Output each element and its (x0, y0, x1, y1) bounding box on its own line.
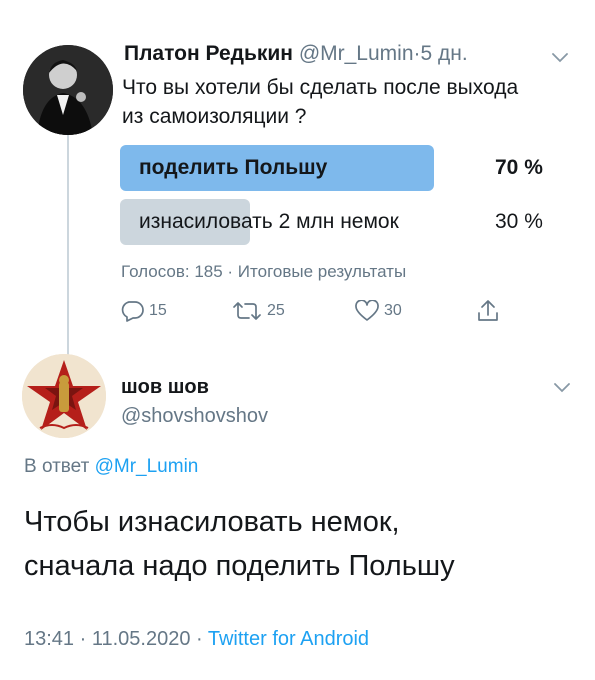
reply-context: В ответ @Mr_Lumin (24, 456, 198, 478)
share-icon (478, 300, 498, 321)
poll-option-percent: 30 % (495, 210, 543, 233)
reply-mention-link[interactable]: @Mr_Lumin (95, 456, 199, 477)
tweet-author: Платон Редькин @Mr_Lumin·5 дн. (124, 42, 468, 66)
display-name[interactable]: шов шов (121, 376, 209, 399)
tweet-timestamp-row: 13:41 · 11.05.2020 · Twitter for Android (24, 628, 369, 651)
tweet-menu-button[interactable] (554, 380, 570, 393)
like-count: 30 (384, 302, 402, 319)
chevron-down-icon (554, 383, 570, 393)
handle[interactable]: @shovshovshov (121, 405, 268, 428)
tweet-text: Чтобы изнасиловать немок, сначала надо п… (24, 500, 584, 588)
separator: · (413, 42, 421, 65)
poll-option-percent: 70 % (495, 156, 543, 179)
tweet-text-line: сначала надо поделить Польшу (24, 550, 455, 582)
red-star-avatar-image (22, 354, 106, 438)
tweet-text: Что вы хотели бы сделать после выхода из… (122, 76, 519, 128)
like-icon (355, 300, 379, 321)
retweet-count: 25 (267, 302, 285, 319)
avatar-photo (23, 45, 113, 135)
share-button[interactable] (477, 297, 499, 325)
like-button[interactable]: 30 (355, 297, 402, 325)
thread-connector (67, 128, 69, 356)
handle[interactable]: @Mr_Lumin (299, 42, 414, 65)
avatar[interactable] (22, 354, 106, 438)
tweet-text-line: Чтобы изнасиловать немок, (24, 506, 400, 538)
reply-icon (121, 301, 144, 322)
reply-count: 15 (149, 302, 167, 319)
retweet-button[interactable]: 25 (232, 297, 285, 325)
chevron-down-icon (552, 53, 568, 63)
reply-button[interactable]: 15 (120, 297, 167, 325)
avatar[interactable] (23, 45, 113, 135)
display-name[interactable]: Платон Редькин (124, 42, 293, 65)
poll-option-label: изнасиловать 2 млн немок (139, 210, 399, 233)
reply-prefix: В ответ (24, 456, 90, 477)
poll-option-label: поделить Польшу (139, 156, 328, 179)
timestamp[interactable]: 13:41 · 11.05.2020 · (24, 628, 203, 650)
tweet-menu-button[interactable] (552, 50, 568, 63)
time-ago[interactable]: 5 дн. (421, 42, 468, 65)
retweet-icon (233, 302, 261, 320)
source-link[interactable]: Twitter for Android (208, 628, 369, 650)
poll-summary: Голосов: 185 · Итоговые результаты (121, 262, 407, 281)
